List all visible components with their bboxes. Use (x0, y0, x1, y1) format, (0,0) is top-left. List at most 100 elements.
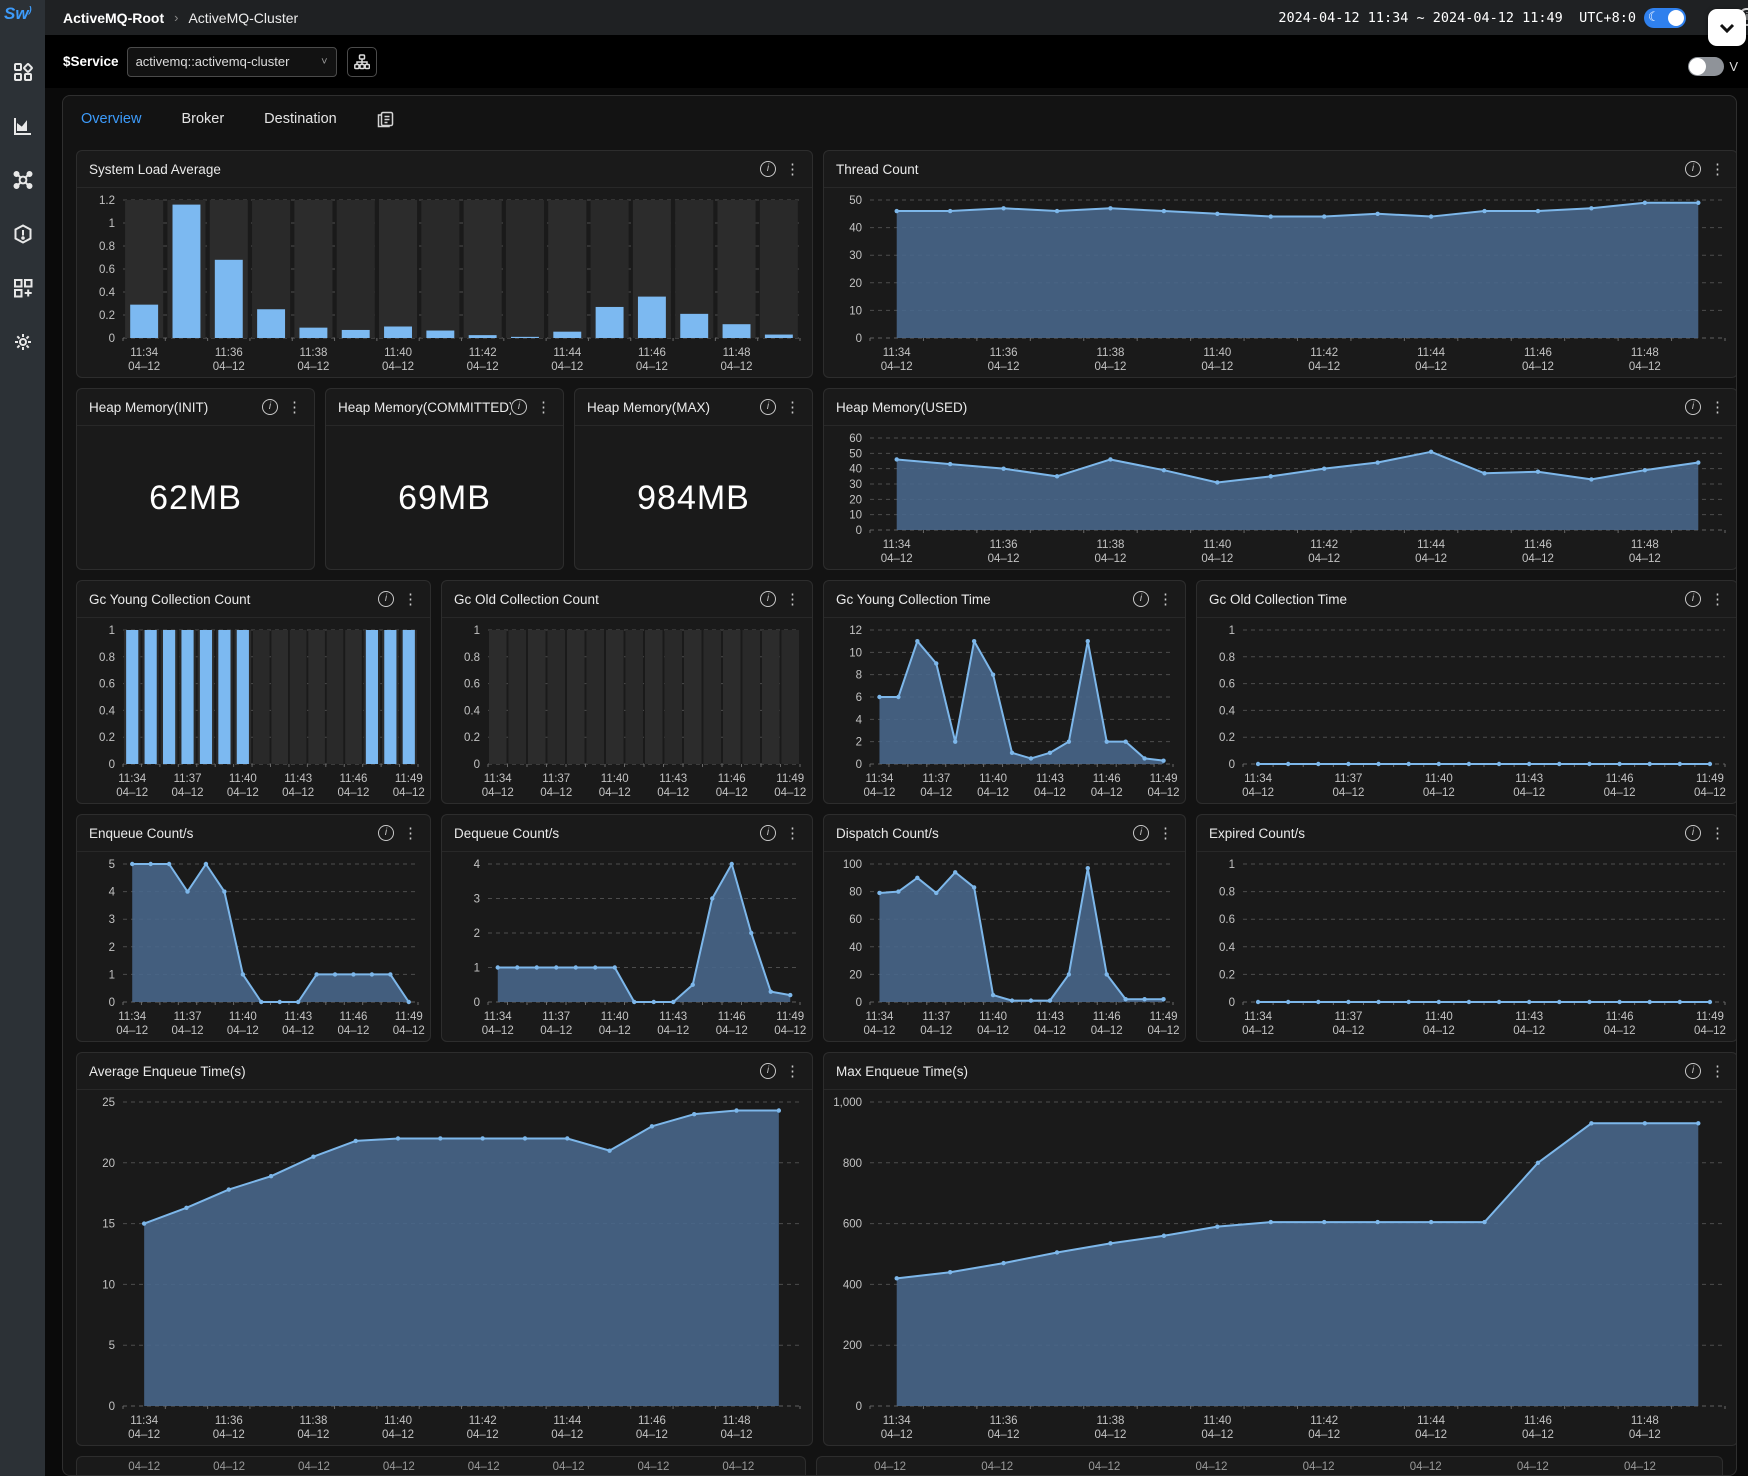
chart-info-icon[interactable]: i (1133, 825, 1149, 841)
chart-menu-icon[interactable]: ⋮ (1158, 824, 1173, 842)
chart-menu-icon[interactable]: ⋮ (1158, 590, 1173, 608)
svg-text:04–12: 04–12 (128, 361, 160, 373)
svg-text:04–12: 04–12 (881, 1429, 913, 1441)
chart-menu-icon[interactable]: ⋮ (403, 824, 418, 842)
svg-text:11:40: 11:40 (1425, 1011, 1453, 1023)
svg-text:11:46: 11:46 (1524, 539, 1552, 551)
svg-text:04–12: 04–12 (297, 361, 329, 373)
axis-date-label: 04–12 (722, 1461, 754, 1473)
chart-info-icon[interactable]: i (1685, 399, 1701, 415)
chart-info-icon[interactable]: i (511, 399, 527, 415)
svg-text:04–12: 04–12 (128, 1429, 160, 1441)
collapse-header-button[interactable] (1708, 9, 1746, 46)
svg-text:04–12: 04–12 (1308, 1429, 1340, 1441)
chart-menu-icon[interactable]: ⋮ (1710, 398, 1725, 416)
chart-menu-icon[interactable]: ⋮ (1710, 824, 1725, 842)
alerting-icon[interactable] (9, 220, 36, 247)
chart-title: Max Enqueue Time(s) (836, 1064, 1685, 1079)
chart-info-icon[interactable]: i (378, 591, 394, 607)
chart-menu-icon[interactable]: ⋮ (785, 398, 800, 416)
chart-title: Average Enqueue Time(s) (89, 1064, 760, 1079)
svg-text:11:34: 11:34 (130, 347, 159, 359)
chart-info-icon[interactable]: i (262, 399, 278, 415)
chart-menu-icon[interactable]: ⋮ (1710, 1062, 1725, 1080)
chart-card-gc_young_count: Gc Young Collection Counti⋮00.20.40.60.8… (76, 580, 431, 804)
chart-info-icon[interactable]: i (1685, 1063, 1701, 1079)
chart-info-icon[interactable]: i (1685, 161, 1701, 177)
chart-plot-avg_enqueue_time: 051015202511:3404–1211:3604–1211:3804–12… (77, 1090, 812, 1446)
chart-menu-icon[interactable]: ⋮ (536, 398, 551, 416)
svg-text:04–12: 04–12 (721, 1429, 753, 1441)
tab-broker[interactable]: Broker (181, 111, 224, 127)
chart-info-icon[interactable]: i (760, 591, 776, 607)
chart-title: Enqueue Count/s (89, 826, 378, 841)
service-topology-button[interactable] (347, 47, 377, 77)
svg-text:11:40: 11:40 (229, 1011, 257, 1023)
settings-gear-icon[interactable] (9, 328, 36, 355)
svg-text:11:49: 11:49 (1150, 773, 1178, 785)
svg-text:04–12: 04–12 (1034, 787, 1066, 799)
svg-text:11:37: 11:37 (922, 773, 950, 785)
chart-menu-icon[interactable]: ⋮ (785, 824, 800, 842)
chart-info-icon[interactable]: i (760, 399, 776, 415)
metrics-chart-icon[interactable] (9, 112, 36, 139)
svg-text:04–12: 04–12 (1308, 361, 1340, 373)
svg-text:04–12: 04–12 (282, 1025, 314, 1037)
chart-info-icon[interactable]: i (1685, 591, 1701, 607)
chart-menu-icon[interactable]: ⋮ (403, 590, 418, 608)
version-toggle[interactable] (1688, 57, 1724, 76)
svg-text:5: 5 (109, 1340, 115, 1352)
service-label: $Service (63, 54, 119, 69)
svg-text:04–12: 04–12 (657, 1025, 689, 1037)
svg-text:4: 4 (856, 714, 863, 726)
chart-info-icon[interactable]: i (1133, 591, 1149, 607)
breadcrumb-root[interactable]: ActiveMQ-Root (63, 10, 164, 26)
chart-menu-icon[interactable]: ⋮ (785, 160, 800, 178)
chart-plot-dequeue: 0123411:3404–1211:3704–1211:4004–1211:43… (442, 852, 812, 1042)
svg-text:04–12: 04–12 (1629, 553, 1661, 565)
time-range-picker[interactable]: 2024-04-12 11:34 ~ 2024-04-12 11:49 UTC+… (1278, 10, 1636, 26)
svg-text:11:34: 11:34 (883, 347, 912, 359)
chart-card-heap_committed: Heap Memory(COMMITTED)i⋮69MB (325, 388, 564, 570)
svg-text:11:49: 11:49 (776, 1011, 804, 1023)
svg-text:0: 0 (109, 759, 115, 771)
chart-menu-icon[interactable]: ⋮ (287, 398, 302, 416)
chart-info-icon[interactable]: i (760, 825, 776, 841)
topology-icon[interactable] (9, 166, 36, 193)
service-select[interactable]: activemq::activemq-cluster˅ (127, 47, 337, 77)
svg-text:11:46: 11:46 (718, 773, 746, 785)
chart-info-icon[interactable]: i (760, 1063, 776, 1079)
svg-text:04–12: 04–12 (1201, 553, 1233, 565)
marketplace-icon[interactable] (9, 58, 36, 85)
svg-text:11:40: 11:40 (229, 773, 257, 785)
chart-info-icon[interactable]: i (378, 825, 394, 841)
version-toggle-label: V (1729, 59, 1738, 74)
charts-grid: System Load Averagei⋮00.20.40.60.811.211… (63, 142, 1736, 1476)
skywalking-logo[interactable]: Sw) (4, 4, 32, 24)
axis-date-label: 04–12 (383, 1461, 415, 1473)
svg-text:04–12: 04–12 (1332, 1025, 1364, 1037)
chart-info-icon[interactable]: i (760, 161, 776, 177)
tab-destination[interactable]: Destination (264, 111, 337, 127)
svg-text:04–12: 04–12 (881, 553, 913, 565)
svg-text:04–12: 04–12 (599, 787, 631, 799)
tab-overview[interactable]: Overview (81, 111, 141, 127)
svg-text:11:42: 11:42 (1310, 347, 1338, 359)
chart-title: Expired Count/s (1209, 826, 1685, 841)
svg-text:04–12: 04–12 (297, 1429, 329, 1441)
svg-text:04–12: 04–12 (1242, 1025, 1274, 1037)
svg-text:04–12: 04–12 (227, 1025, 259, 1037)
theme-toggle[interactable]: ☾ (1644, 8, 1686, 28)
svg-text:0: 0 (109, 997, 115, 1009)
chart-info-icon[interactable]: i (1685, 825, 1701, 841)
chart-menu-icon[interactable]: ⋮ (785, 590, 800, 608)
copy-dashboard-icon[interactable] (377, 111, 394, 128)
chart-menu-icon[interactable]: ⋮ (1710, 590, 1725, 608)
chart-title: Dequeue Count/s (454, 826, 760, 841)
chart-plot-expired: 00.20.40.60.8111:3404–1211:3704–1211:400… (1197, 852, 1737, 1042)
chart-menu-icon[interactable]: ⋮ (785, 1062, 800, 1080)
new-dashboard-icon[interactable] (9, 274, 36, 301)
svg-text:40: 40 (849, 942, 862, 954)
svg-text:0.4: 0.4 (1219, 705, 1236, 717)
chart-menu-icon[interactable]: ⋮ (1710, 160, 1725, 178)
